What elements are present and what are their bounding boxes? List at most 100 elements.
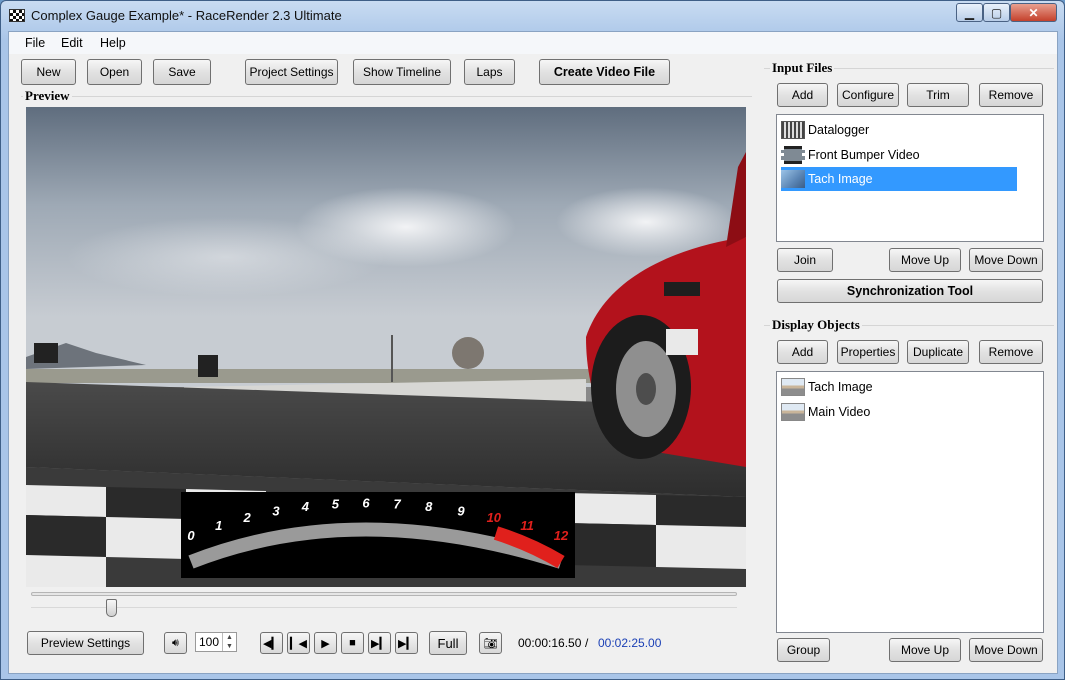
list-item-selected[interactable]: Tach Image [781,167,1017,191]
play-icon: ▶ [321,637,330,650]
full-button[interactable]: Full [429,631,467,655]
gauge-tick-label: 4 [301,499,310,514]
step-back-button[interactable]: ▎◀ [287,632,310,654]
image-file-icon [781,170,805,188]
menu-help[interactable]: Help [100,36,126,50]
gauge-tick-label: 3 [272,504,280,519]
list-item-label: Main Video [808,405,871,419]
volume-spin-arrows[interactable]: ▲ ▼ [222,633,236,651]
list-item-label: Tach Image [808,172,873,186]
screenshot-button[interactable]: 📷︎ [479,632,502,654]
list-item[interactable]: Front Bumper Video [781,144,1017,166]
gauge-tick-label: 5 [332,496,340,511]
duplicate-button[interactable]: Duplicate [907,340,969,364]
stop-button[interactable]: ■ [341,632,364,654]
main-client-area: File Edit Help New Open Save Project Set… [8,31,1058,674]
gauge-tick-label: 8 [425,499,433,514]
menu-file[interactable]: File [25,36,45,50]
list-item-label: Tach Image [808,380,873,394]
maximize-button[interactable]: ▢ [983,3,1010,22]
total-time: 00:02:25.00 [598,636,662,650]
current-time: 00:00:16.50 [518,636,582,650]
video-preview[interactable]: 0 1 2 3 4 5 6 7 8 9 10 11 12 [26,107,746,587]
synchronization-tool-button[interactable]: Synchronization Tool [777,279,1043,303]
list-item[interactable]: Main Video [781,401,1017,423]
project-settings-button[interactable]: Project Settings [245,59,338,85]
input-add-button[interactable]: Add [777,83,828,107]
configure-button[interactable]: Configure [837,83,899,107]
menu-bar: File Edit Help [9,32,1057,54]
object-add-button[interactable]: Add [777,340,828,364]
minimize-button[interactable]: ▁ [956,3,983,22]
timeline-tick-line [31,607,737,608]
previous-lap-button[interactable]: ◀▎ [260,632,283,654]
object-move-up-button[interactable]: Move Up [889,638,961,662]
title-bar[interactable]: Complex Gauge Example* - RaceRender 2.3 … [1,1,1064,31]
new-button[interactable]: New [21,59,76,85]
gauge-tick-label: 10 [487,510,502,525]
object-move-down-button[interactable]: Move Down [969,638,1043,662]
properties-button[interactable]: Properties [837,340,899,364]
chevron-up-icon[interactable]: ▲ [226,634,233,641]
create-video-file-button[interactable]: Create Video File [539,59,670,85]
tachometer-overlay: 012 3 4 5 6 7 8 9 101112 [181,492,575,578]
video-file-icon [781,146,805,164]
minimize-icon: ▁ [964,5,975,20]
camera-icon: 📷︎ [483,637,498,650]
display-object-icon [781,403,805,421]
input-move-up-button[interactable]: Move Up [889,248,961,272]
input-remove-button[interactable]: Remove [979,83,1043,107]
window-title: Complex Gauge Example* - RaceRender 2.3 … [31,8,342,23]
list-item[interactable]: Tach Image [781,376,1017,398]
speaker-icon: 🔊︎ [172,636,179,649]
gauge-tick-label: 11 [520,518,534,533]
list-item[interactable]: Datalogger [781,119,1017,141]
tree [452,337,484,369]
step-forward-icon: ▶▎ [371,637,388,650]
group-button[interactable]: Group [777,638,830,662]
object-remove-button[interactable]: Remove [979,340,1043,364]
input-files-label: Input Files [770,60,835,76]
skip-forward-icon: ▶▎ [398,637,415,650]
close-button[interactable]: ✕ [1010,3,1057,22]
gauge-tick-label: 2 [242,510,251,525]
laps-button[interactable]: Laps [464,59,515,85]
join-button[interactable]: Join [777,248,833,272]
gauge-tick-label: 7 [393,496,401,511]
input-files-list[interactable]: Datalogger Front Bumper Video Tach Image [776,114,1044,242]
open-button[interactable]: Open [87,59,142,85]
timeline-slider-track[interactable] [31,592,737,596]
next-lap-button[interactable]: ▶▎ [395,632,418,654]
gauge-tick-label: 1 [215,518,222,533]
time-separator: / [585,636,589,650]
close-icon: ✕ [1028,5,1039,20]
menu-edit[interactable]: Edit [61,36,83,50]
timeline-slider-thumb[interactable] [106,599,118,617]
skip-back-icon: ◀▎ [263,637,280,650]
scoreboard-sign [198,355,218,377]
display-object-icon [781,378,805,396]
display-objects-label: Display Objects [770,317,862,333]
trim-button[interactable]: Trim [907,83,969,107]
step-forward-button[interactable]: ▶▎ [368,632,391,654]
datalogger-icon [781,121,805,139]
input-move-down-button[interactable]: Move Down [969,248,1043,272]
preview-settings-button[interactable]: Preview Settings [27,631,144,655]
chevron-down-icon[interactable]: ▼ [226,643,233,650]
play-button[interactable]: ▶ [314,632,337,654]
cloud [66,217,386,297]
volume-button[interactable]: 🔊︎ [164,632,187,654]
scoreboard-sign [34,343,58,363]
show-timeline-button[interactable]: Show Timeline [353,59,451,85]
preview-scene: 012 3 4 5 6 7 8 9 101112 [26,107,746,587]
volume-stepper[interactable]: ▲▼ [195,632,237,652]
maximize-icon: ▢ [990,5,1003,20]
gauge-tick-label: 6 [362,496,370,511]
save-button[interactable]: Save [153,59,211,85]
volume-input[interactable] [196,633,220,651]
app-window: Complex Gauge Example* - RaceRender 2.3 … [0,0,1065,680]
gauge-tick-label: 9 [457,504,465,519]
gauge-tick-label: 12 [554,528,569,543]
display-objects-list[interactable]: Tach Image Main Video [776,371,1044,633]
stop-icon: ■ [349,637,356,649]
